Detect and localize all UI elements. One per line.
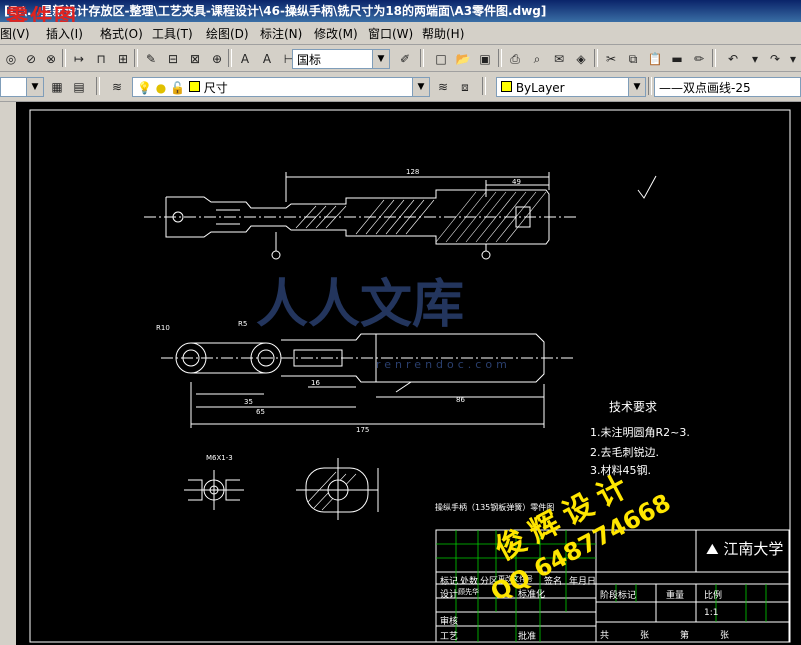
paste-icon[interactable]: 📋 [644,48,666,70]
dim-text-edit-icon[interactable]: A [256,48,278,70]
lightbulb-icon: 💡 [137,81,152,95]
layer-manager-icon[interactable]: ≋ [106,76,128,98]
tbl-total: 共 [600,631,610,641]
menu-format[interactable]: 格式(O) [100,25,143,42]
tbl-approve: 批准 [518,632,537,642]
linetype-select[interactable]: ——双点画线-25 [654,77,801,97]
osnap-nearest-icon[interactable]: ⊗ [40,48,62,70]
layer-states-icon[interactable]: ▤ [68,76,90,98]
save-file-icon[interactable]: ▣ [474,48,496,70]
dim-quick-icon[interactable]: ✎ [140,48,162,70]
dim-ordinate-icon[interactable]: ⊞ [112,48,134,70]
tbl-process: 工艺 [440,632,459,642]
tbl-stage: 阶段标记 [600,591,637,601]
watermark-brand: 人人文库 [256,275,465,335]
linetype-value: ——双点画线-25 [659,81,751,95]
sun-icon: ● [155,81,167,95]
copy-icon[interactable]: ⧉ [622,48,644,70]
color-value: ByLayer [515,81,565,95]
menu-help[interactable]: 帮助(H) [422,25,464,42]
center-mark-icon[interactable]: ⊕ [206,48,228,70]
chevron-down-icon[interactable]: ▼ [412,78,429,96]
menu-window[interactable]: 窗口(W) [368,25,413,42]
tbl-sheet2: 张 [720,631,730,641]
tbl-count: 处数 [460,577,479,587]
toolbar-standard: ◎ ⊘ ⊗ ↦ ⊓ ⊞ ✎ ⊟ ⊠ ⊕ A A ⊢ 国标 ▼ ✐ □ 📂 ▣ ⎙… [0,45,801,72]
dim-continue-icon[interactable]: ⊠ [184,48,206,70]
chevron-down-icon[interactable]: ▼ [26,78,43,96]
dim-aligned-icon[interactable]: ⊓ [90,48,112,70]
undo-icon[interactable]: ↶ [722,48,744,70]
layer-value: 尺寸 [203,81,228,95]
tbl-date: 年月日 [569,577,597,587]
menu-dimension[interactable]: 标注(N) [260,25,302,42]
tbl-no: 第 [680,631,690,641]
tbl-review: 审核 [440,617,459,627]
color-swatch-icon [188,81,200,92]
print-preview-icon[interactable]: ⌕ [526,48,548,70]
left-dock [0,102,16,645]
title-block [435,529,790,643]
dim-edit-icon[interactable]: A [234,48,256,70]
window-title: [E:\...星新设计存放区-整理\工艺夹具-课程设计\46-操纵手柄\铣尺寸为… [4,4,547,18]
tbl-designer: 顾先华 [458,588,479,596]
workspace-select[interactable]: ▼ [0,77,44,97]
layer-previous-icon[interactable]: ⧈ [454,76,476,98]
tbl-mark: 标记 [440,577,459,587]
lock-icon: 🔓 [170,81,186,95]
menu-tools[interactable]: 工具(T) [152,25,193,42]
osnap-center-icon[interactable]: ◎ [0,48,22,70]
watermark-url: renrendoc.com [376,358,511,371]
chevron-down-icon[interactable]: ▼ [628,78,645,96]
tbl-scale: 1:1 [704,608,719,618]
osnap-none-icon[interactable]: ⊘ [20,48,42,70]
menu-draw[interactable]: 绘图(D) [206,25,249,42]
tbl-ratio: 比例 [704,591,723,601]
dim-baseline-icon[interactable]: ⊟ [162,48,184,70]
menu-modify[interactable]: 修改(M) [314,25,358,42]
undo-dropdown-icon[interactable]: ▾ [744,48,766,70]
chevron-down-icon[interactable]: ▼ [372,50,389,68]
dim-style-icon[interactable]: ✐ [394,48,416,70]
drawing-canvas[interactable]: 128 49 35 65 86 175 16 R10 R5 M6X1-3 技术要… [16,102,801,645]
cut-icon[interactable]: ✂ [600,48,622,70]
school-name: ⛰ 江南大学 [706,538,783,559]
print-icon[interactable]: ⎙ [504,48,526,70]
color-select[interactable]: ByLayer ▼ [496,77,646,97]
new-file-icon[interactable]: □ [430,48,452,70]
menu-insert[interactable]: 插入(I) [46,25,83,42]
3d-dwf-icon[interactable]: ◈ [570,48,592,70]
color-swatch-icon [501,81,512,92]
menu-bar: 图(V) 插入(I) 格式(O) 工具(T) 绘图(D) 标注(N) 修改(M)… [0,22,801,45]
layer-props-icon[interactable]: ▦ [46,76,68,98]
school-logo-icon: ⛰ [706,540,719,558]
dim-linear-icon[interactable]: ↦ [68,48,90,70]
publish-icon[interactable]: ✉ [548,48,570,70]
match-properties-icon[interactable]: ▬ [666,48,688,70]
toolbar-layers: ▼ ▦ ▤ ≋ 💡 ● 🔓 尺寸 ▼ ≋ ⧈ ByLayer ▼ ——双点画线-… [0,73,801,102]
layer-select[interactable]: 💡 ● 🔓 尺寸 ▼ [132,77,430,97]
tbl-design: 设计 [440,590,459,600]
menu-view[interactable]: 图(V) [0,25,30,42]
dimstyle-select[interactable]: 国标 ▼ [292,49,390,69]
block-editor-icon[interactable]: ✏ [688,48,710,70]
tbl-sheet1: 张 [640,631,650,641]
redo-dropdown-icon[interactable]: ▾ [782,48,801,70]
make-object-layer-current-icon[interactable]: ≋ [432,76,454,98]
school-label: 江南大学 [723,540,784,558]
title-bar: [E:\...星新设计存放区-整理\工艺夹具-课程设计\46-操纵手柄\铣尺寸为… [0,0,801,22]
tbl-weight: 重量 [666,591,685,601]
open-file-icon[interactable]: 📂 [452,48,474,70]
dimstyle-value: 国标 [297,53,322,67]
